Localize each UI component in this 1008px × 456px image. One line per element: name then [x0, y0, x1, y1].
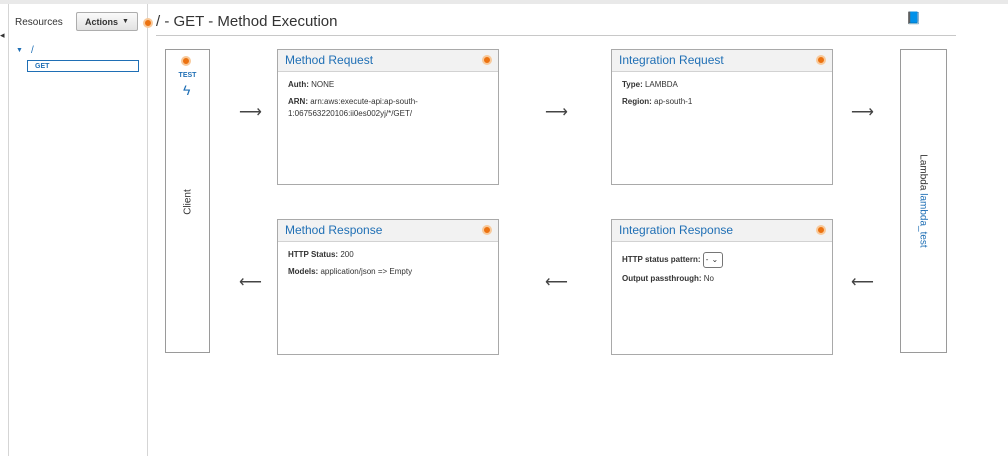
- integration-response-link[interactable]: Integration Response: [619, 223, 733, 237]
- passthrough-label: Output passthrough:: [622, 274, 702, 283]
- card-header: Integration Response: [612, 220, 832, 242]
- resources-panel: Resources Actions ▼ ▼ / GET: [9, 4, 148, 456]
- arrow-left-icon: ⟵: [545, 274, 568, 291]
- status-dot-icon: [181, 56, 191, 66]
- method-request-link[interactable]: Method Request: [285, 53, 373, 67]
- integration-request-card: Integration Request Type: LAMBDA Region:…: [611, 49, 833, 185]
- card-body: Type: LAMBDA Region: ap-south-1: [612, 72, 832, 120]
- models-value: application/json => Empty: [320, 267, 413, 276]
- status-row: HTTP Status: 200: [288, 249, 488, 261]
- collapsed-nav-strip[interactable]: ◂: [0, 4, 9, 456]
- integration-response-card: Integration Response HTTP status pattern…: [611, 219, 833, 355]
- client-box: TEST ϟ Client: [165, 49, 210, 353]
- page-title: / - GET - Method Execution: [156, 13, 338, 30]
- region-row: Region: ap-south-1: [622, 96, 822, 108]
- bolt-icon[interactable]: ϟ: [183, 82, 190, 98]
- actions-button[interactable]: Actions ▼: [76, 12, 138, 31]
- region-label: Region:: [622, 97, 652, 106]
- type-value: LAMBDA: [644, 80, 678, 89]
- arrow-left-icon: ⟵: [851, 274, 874, 291]
- auth-row: Auth: NONE: [288, 79, 488, 91]
- lambda-prefix: Lambda: [917, 154, 929, 191]
- collapse-toggle-icon[interactable]: ◂: [0, 30, 5, 41]
- arrow-right-icon: ⟶: [545, 104, 568, 121]
- arrow-left-icon: ⟵: [239, 274, 262, 291]
- test-link[interactable]: TEST: [166, 72, 209, 79]
- book-icon[interactable]: 📘: [906, 11, 921, 25]
- client-label: Client: [182, 189, 194, 215]
- caret-down-icon: ▼: [122, 18, 129, 25]
- method-request-card: Method Request Auth: NONE ARN: arn:aws:e…: [277, 49, 499, 185]
- region-value: ap-south-1: [654, 97, 693, 106]
- status-dot-icon: [816, 55, 826, 65]
- tree-expand-icon[interactable]: ▼: [16, 47, 23, 54]
- passthrough-value: No: [703, 274, 715, 283]
- card-body: HTTP Status: 200 Models: application/jso…: [278, 242, 498, 290]
- status-dot-icon: [482, 55, 492, 65]
- tree-method-get[interactable]: GET: [27, 60, 139, 72]
- status-label: HTTP Status:: [288, 250, 339, 259]
- arn-label: ARN:: [288, 97, 308, 106]
- title-divider: [156, 35, 956, 36]
- status-dot-icon: [143, 18, 153, 28]
- card-header: Method Request: [278, 50, 498, 72]
- auth-label: Auth:: [288, 80, 309, 89]
- pattern-label: HTTP status pattern:: [622, 255, 701, 265]
- type-label: Type:: [622, 80, 643, 89]
- tree-root-label: /: [30, 45, 34, 56]
- type-row: Type: LAMBDA: [622, 79, 822, 91]
- status-pattern-select[interactable]: - ⌄: [702, 252, 723, 268]
- card-header: Integration Request: [612, 50, 832, 72]
- top-border: [0, 0, 1008, 4]
- arn-row: ARN: arn:aws:execute-api:ap-south-1:0675…: [288, 96, 488, 120]
- method-response-link[interactable]: Method Response: [285, 223, 382, 237]
- lambda-function-link[interactable]: lambda_test: [918, 193, 929, 247]
- actions-label: Actions: [85, 16, 119, 27]
- passthrough-row: Output passthrough: No: [622, 273, 822, 285]
- status-dot-icon: [482, 225, 492, 235]
- card-body: Auth: NONE ARN: arn:aws:execute-api:ap-s…: [278, 72, 498, 132]
- chevron-down-icon: ⌄: [711, 255, 719, 264]
- arrow-right-icon: ⟶: [851, 104, 874, 121]
- status-value: 200: [340, 250, 354, 259]
- lambda-box: Lambda lambda_test: [900, 49, 947, 353]
- lambda-label: Lambda lambda_test: [918, 154, 929, 247]
- arrow-right-icon: ⟶: [239, 104, 262, 121]
- card-body: HTTP status pattern: - ⌄ Output passthro…: [612, 242, 832, 297]
- method-response-card: Method Response HTTP Status: 200 Models:…: [277, 219, 499, 355]
- arn-value: arn:aws:execute-api:ap-south-1:067563220…: [288, 97, 418, 118]
- pattern-row: HTTP status pattern: - ⌄: [622, 252, 822, 268]
- card-header: Method Response: [278, 220, 498, 242]
- auth-value: NONE: [311, 80, 335, 89]
- models-row: Models: application/json => Empty: [288, 266, 488, 278]
- status-dot-icon: [816, 225, 826, 235]
- tree-root-item[interactable]: ▼ /: [16, 45, 34, 56]
- status-pattern-value: -: [705, 255, 709, 264]
- resources-label: Resources: [15, 17, 63, 28]
- models-label: Models:: [288, 267, 319, 276]
- integration-request-link[interactable]: Integration Request: [619, 53, 724, 67]
